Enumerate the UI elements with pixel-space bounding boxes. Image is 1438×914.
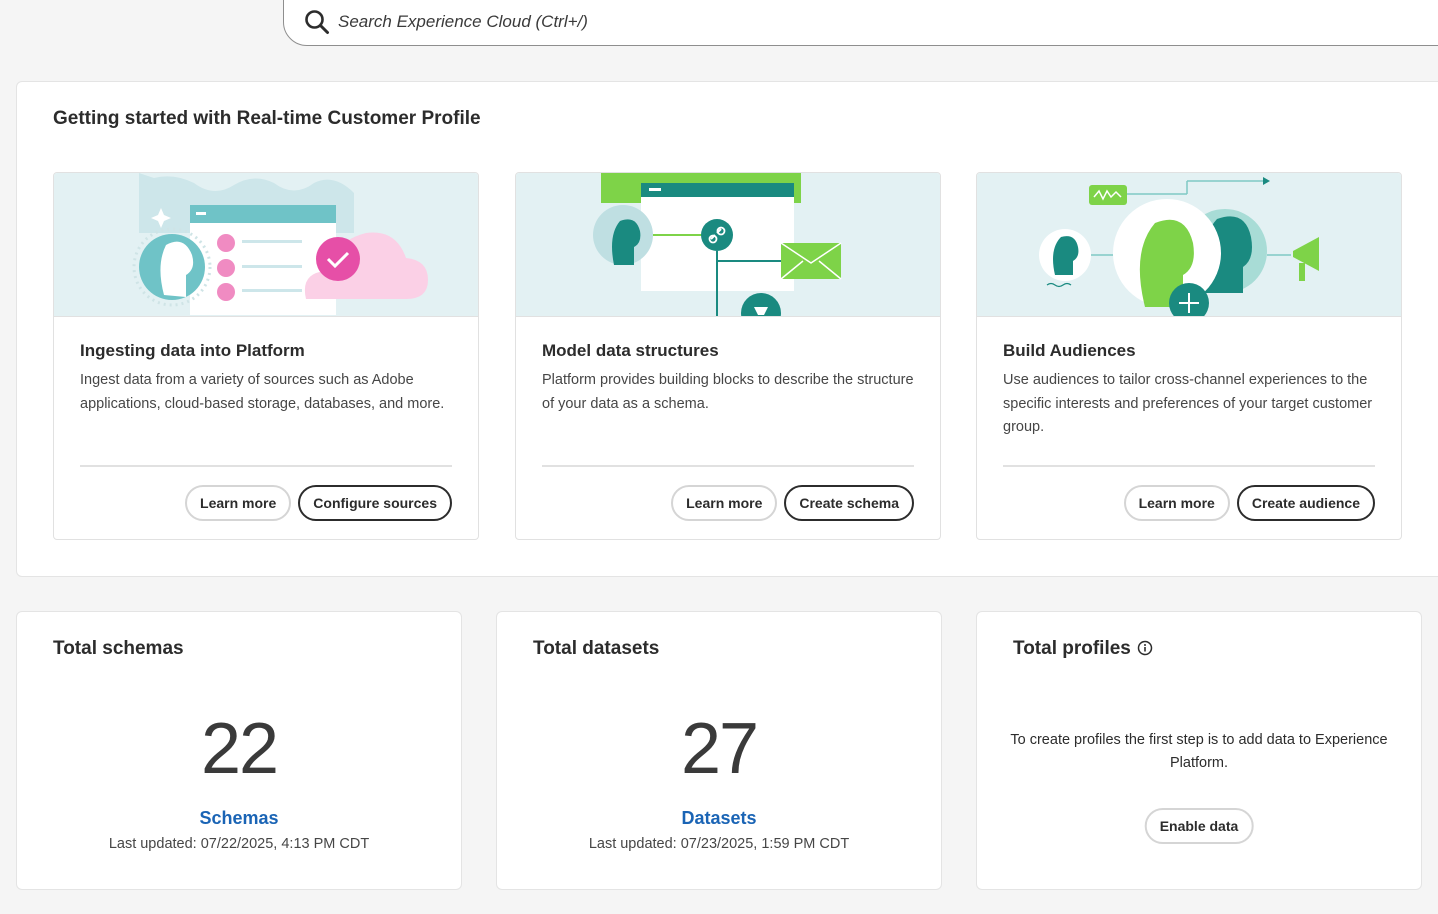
card-divider: [542, 465, 914, 467]
info-icon[interactable]: [1137, 640, 1153, 661]
create-schema-button[interactable]: Create schema: [784, 485, 914, 521]
card-title: Build Audiences: [1003, 341, 1136, 360]
audiences-illustration: [977, 173, 1401, 317]
profiles-message: To create profiles the first step is to …: [1010, 732, 1388, 771]
learn-more-button[interactable]: Learn more: [185, 485, 292, 521]
learn-more-button[interactable]: Learn more: [1123, 485, 1230, 521]
card-description: Platform provides building blocks to des…: [542, 372, 914, 412]
model-illustration: [516, 173, 940, 317]
card-model-data: Model data structures Platform provides …: [515, 172, 941, 540]
card-title: Ingesting data into Platform: [80, 341, 305, 360]
stat-title: Total profiles: [1013, 638, 1131, 659]
ingest-illustration: [54, 173, 478, 317]
card-build-audiences: Build Audiences Use audiences to tailor …: [976, 172, 1402, 540]
schemas-link[interactable]: Schemas: [17, 808, 461, 829]
stat-title: Total schemas: [53, 638, 184, 659]
last-updated: Last updated: 07/23/2025, 1:59 PM CDT: [588, 836, 850, 852]
search-icon: [304, 9, 330, 35]
total-datasets-card: Total datasets 27 Datasets Last updated:…: [496, 611, 942, 890]
schemas-count: 22: [200, 709, 279, 789]
stat-title: Total datasets: [533, 638, 660, 659]
getting-started-panel: Getting started with Real-time Customer …: [16, 81, 1438, 577]
card-description: Use audiences to tailor cross-channel ex…: [1003, 372, 1373, 435]
enable-data-button[interactable]: Enable data: [1144, 808, 1254, 844]
datasets-link[interactable]: Datasets: [497, 808, 941, 829]
card-title: Model data structures: [542, 341, 719, 360]
card-divider: [80, 465, 452, 467]
last-updated: Last updated: 07/22/2025, 4:13 PM CDT: [108, 836, 370, 852]
datasets-count: 27: [680, 709, 759, 789]
create-audience-button[interactable]: Create audience: [1236, 485, 1375, 521]
card-ingest-data: Ingesting data into Platform Ingest data…: [53, 172, 479, 540]
configure-sources-button[interactable]: Configure sources: [298, 485, 452, 521]
total-schemas-card: Total schemas 22 Schemas Last updated: 0…: [16, 611, 462, 890]
search-bar[interactable]: Search Experience Cloud (Ctrl+/): [283, 0, 1438, 46]
total-profiles-card: Total profiles To create profiles the fi…: [976, 611, 1422, 890]
learn-more-button[interactable]: Learn more: [671, 485, 778, 521]
card-divider: [1003, 465, 1375, 467]
panel-title: Getting started with Real-time Customer …: [53, 108, 481, 129]
card-description: Ingest data from a variety of sources su…: [80, 372, 445, 412]
search-placeholder[interactable]: Search Experience Cloud (Ctrl+/): [338, 12, 588, 32]
